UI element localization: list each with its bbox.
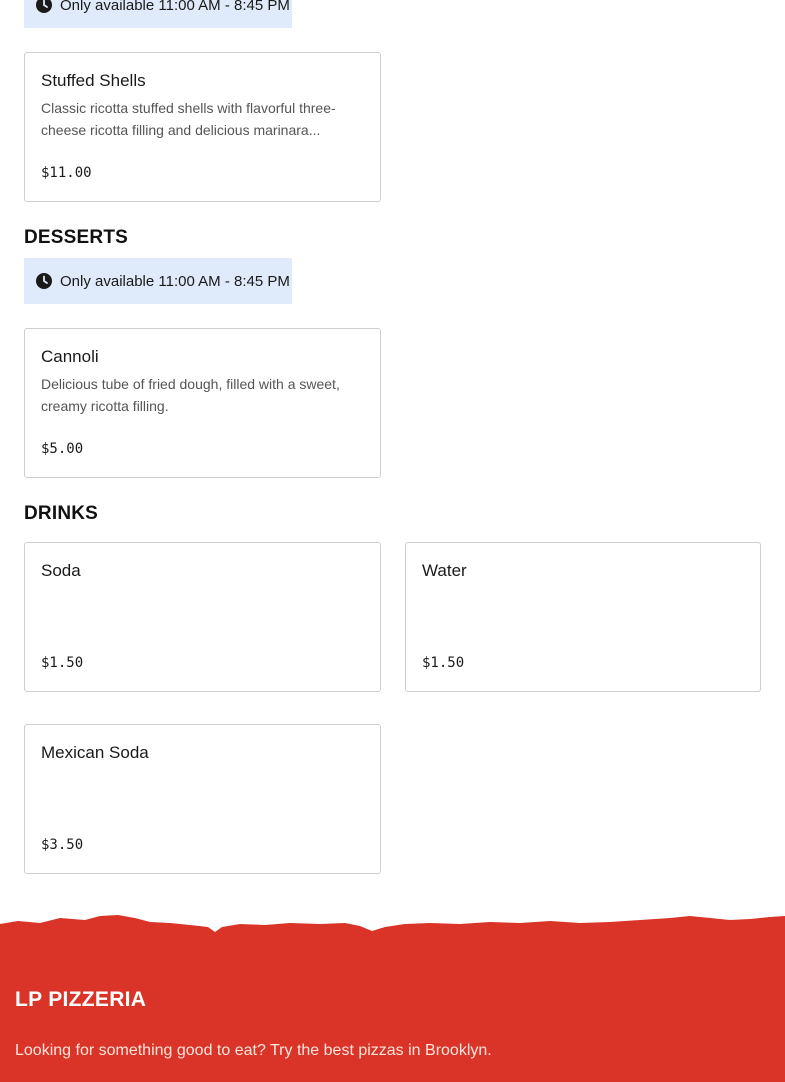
menu-item-name: Cannoli (41, 347, 99, 366)
availability-text: Only available 11:00 AM - 8:45 PM (60, 272, 290, 290)
menu-item-price: $11.00 (41, 165, 92, 181)
menu-item-name: Soda (41, 561, 81, 580)
clock-icon (36, 273, 52, 289)
availability-notice: Only available 11:00 AM - 8:45 PM (24, 258, 292, 304)
menu-item-description: Delicious tube of fried dough, filled wi… (41, 376, 340, 414)
menu-item-card[interactable]: Water $1.50 (405, 542, 761, 692)
menu-item-description: Classic ricotta stuffed shells with flav… (41, 100, 336, 138)
menu-item-card[interactable]: Mexican Soda $3.50 (24, 724, 381, 874)
menu-item-price: $5.00 (41, 441, 84, 457)
clock-icon (36, 0, 52, 13)
menu-item-price: $1.50 (422, 655, 465, 671)
footer-brand: LP PIZZERIA (15, 988, 147, 1011)
menu-item-card[interactable]: Stuffed Shells Classic ricotta stuffed s… (24, 52, 381, 202)
menu-item-name: Stuffed Shells (41, 71, 146, 90)
menu-item-price: $1.50 (41, 655, 84, 671)
menu-item-name: Mexican Soda (41, 743, 149, 762)
section-title-desserts: DESSERTS (24, 227, 129, 248)
availability-notice: Only available 11:00 AM - 8:45 PM (24, 0, 292, 28)
availability-text: Only available 11:00 AM - 8:45 PM (60, 0, 290, 14)
footer-tagline: Looking for something good to eat? Try t… (15, 1042, 492, 1059)
site-footer: LP PIZZERIA Looking for something good t… (0, 912, 785, 1082)
menu-item-card[interactable]: Soda $1.50 (24, 542, 381, 692)
menu-item-price: $3.50 (41, 837, 84, 853)
menu-item-card[interactable]: Cannoli Delicious tube of fried dough, f… (24, 328, 381, 478)
menu-item-name: Water (422, 561, 467, 580)
section-title-drinks: DRINKS (24, 503, 99, 524)
